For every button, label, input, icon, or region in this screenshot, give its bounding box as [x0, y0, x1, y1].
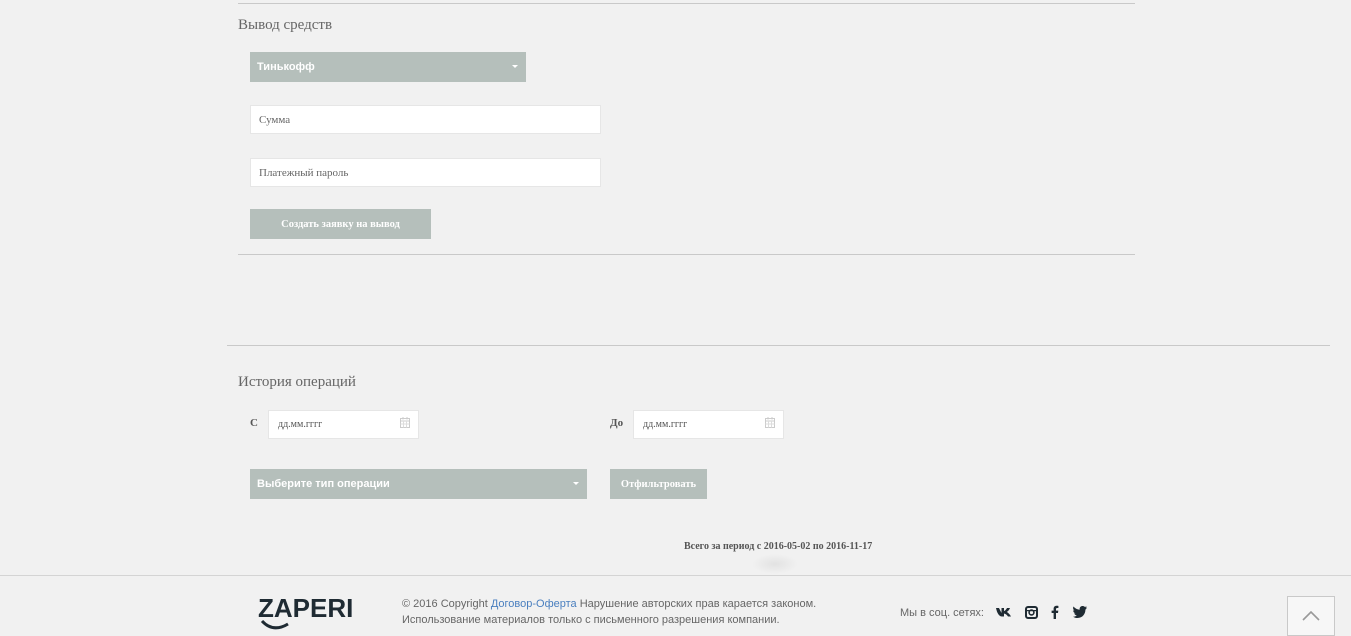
withdraw-method-value: Тинькофф — [257, 61, 315, 73]
withdraw-title: Вывод средств — [238, 17, 333, 33]
top-divider — [238, 3, 1135, 4]
social-label: Мы в соц. сетях: — [900, 607, 984, 619]
instagram-icon[interactable] — [1023, 604, 1039, 620]
withdraw-method-select[interactable]: Тинькофф — [250, 52, 526, 82]
amount-placeholder: Сумма — [259, 113, 291, 126]
copyright-prefix: © 2016 Copyright — [402, 598, 488, 610]
loading-spinner — [752, 554, 798, 574]
section-divider — [227, 345, 1330, 346]
create-withdraw-button[interactable]: Создать заявку на вывод — [250, 209, 431, 239]
copyright-line1-suffix: Нарушение авторских прав карается законо… — [579, 598, 817, 610]
copyright-line2: Использование материалов только с письме… — [402, 614, 780, 626]
filter-button[interactable]: Отфильтровать — [610, 469, 707, 499]
vk-icon[interactable] — [996, 604, 1012, 620]
operation-type-value: Выберите тип операции — [257, 478, 390, 490]
period-total: Всего за период с 2016-05-02 по 2016-11-… — [684, 541, 873, 552]
twitter-icon[interactable] — [1072, 604, 1088, 620]
logo-text: ZAPERI — [258, 593, 353, 623]
chevron-down-icon — [512, 65, 518, 68]
calendar-icon[interactable] — [765, 417, 775, 428]
copyright-text: © 2016 Copyright Договор-Оферта Нарушени… — [402, 596, 816, 628]
offer-link[interactable]: Договор-Оферта — [491, 598, 577, 610]
calendar-icon[interactable] — [400, 417, 410, 428]
from-date-placeholder: дд.мм.гггг — [278, 419, 323, 430]
chevron-up-icon — [1302, 611, 1320, 621]
payment-password-placeholder: Платежный пароль — [259, 166, 349, 179]
to-date-input[interactable]: дд.мм.гггг — [633, 410, 784, 439]
scroll-to-top-button[interactable] — [1287, 596, 1335, 636]
operation-type-select[interactable]: Выберите тип операции — [250, 469, 587, 499]
facebook-icon[interactable] — [1047, 604, 1063, 620]
payment-password-input[interactable]: Платежный пароль — [250, 158, 601, 187]
history-title: История операций — [238, 374, 356, 390]
to-label: До — [610, 417, 624, 429]
chevron-down-icon — [573, 482, 579, 485]
withdraw-bottom-divider — [238, 254, 1135, 255]
from-label: С — [250, 417, 258, 429]
amount-input[interactable]: Сумма — [250, 105, 601, 134]
from-date-input[interactable]: дд.мм.гггг — [268, 410, 419, 439]
to-date-placeholder: дд.мм.гггг — [643, 419, 688, 430]
zaperi-logo[interactable]: ZAPERI — [258, 593, 360, 633]
